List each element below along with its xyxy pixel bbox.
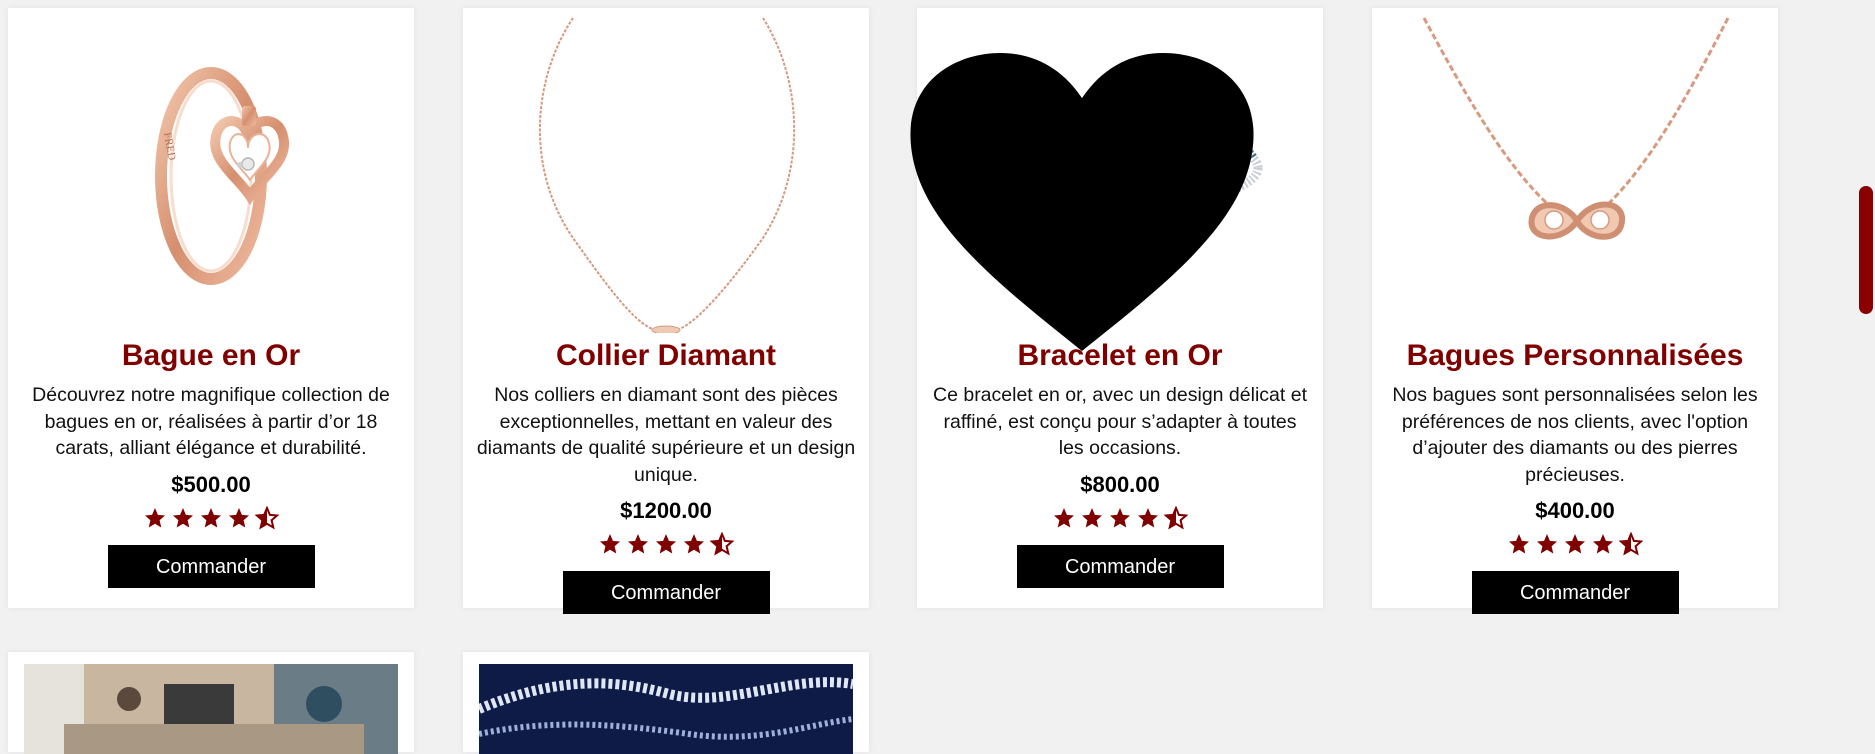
product-image-diamond-necklace[interactable] [479, 664, 853, 754]
product-title: Collier Diamant [555, 339, 777, 372]
product-image-bracelet[interactable] [910, 8, 1323, 351]
product-description: Nos bagues sont personnalisées selon les… [1392, 384, 1758, 486]
star-icon [600, 534, 620, 554]
product-card: Bracelet en Or Ce bracelet en or, avec u… [910, 8, 1323, 608]
half-star-icon [1619, 532, 1643, 556]
order-button[interactable]: Commander [562, 571, 770, 614]
product-card: Bagues Personnalisées Nos bagues sont pe… [1372, 8, 1778, 614]
product-title: Bracelet en Or [1017, 339, 1223, 372]
product-price: $800.00 [1080, 471, 1160, 497]
rating-stars [20, 505, 402, 536]
product-image-workshop[interactable] [24, 664, 398, 754]
half-star-icon [710, 532, 734, 556]
star-icon [1082, 507, 1102, 527]
star-icon [1565, 534, 1585, 554]
star-icon [1054, 507, 1074, 527]
star-icon [145, 507, 165, 527]
scrollbar-thumb[interactable] [1859, 186, 1873, 314]
product-image-knot-necklace[interactable] [1372, 8, 1778, 333]
product-card [8, 652, 414, 754]
product-description: Nos colliers en diamant sont des pièces … [476, 384, 856, 486]
product-description: Ce bracelet en or, avec un design délica… [933, 384, 1307, 459]
star-icon [201, 507, 221, 527]
product-card: FRED Bague en Or Découvrez notre magnifi… [8, 8, 414, 608]
star-icon [628, 534, 648, 554]
star-icon [1509, 534, 1529, 554]
heart-icon[interactable] [879, 44, 1285, 369]
product-description: Découvrez notre magnifique collection de… [32, 384, 390, 459]
scrollbar[interactable] [1853, 0, 1875, 734]
star-icon [656, 534, 676, 554]
rating-stars [475, 532, 857, 562]
half-star-icon [255, 505, 279, 530]
product-price: $500.00 [171, 471, 251, 497]
order-button[interactable]: Commander [1471, 571, 1679, 614]
rating-stars [1384, 532, 1766, 562]
order-button[interactable]: Commander [1016, 544, 1224, 588]
product-price: $1200.00 [620, 498, 712, 523]
product-image-necklace[interactable] [463, 8, 869, 333]
star-icon [1138, 507, 1158, 527]
half-star-icon [1164, 505, 1188, 530]
product-card: Collier Diamant Nos colliers en diamant … [463, 8, 869, 614]
star-icon [229, 507, 249, 527]
star-icon [1537, 534, 1557, 554]
star-icon [1110, 507, 1130, 527]
star-icon [1593, 534, 1613, 554]
product-price: $400.00 [1535, 498, 1615, 523]
star-icon [684, 534, 704, 554]
order-button[interactable]: Commander [107, 544, 315, 588]
product-image-ring[interactable]: FRED [8, 8, 414, 333]
product-title: Bague en Or [121, 339, 301, 372]
rating-stars [929, 505, 1311, 536]
star-icon [173, 507, 193, 527]
product-title: Bagues Personnalisées [1406, 339, 1744, 372]
product-card [463, 652, 869, 754]
